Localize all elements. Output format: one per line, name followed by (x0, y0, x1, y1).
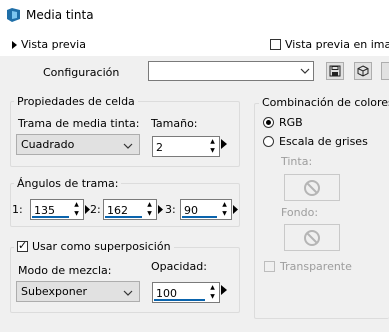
transparent-checkbox-box[interactable] (264, 261, 275, 272)
angle-3-label: 3: (165, 203, 176, 216)
no-color-icon (304, 179, 320, 196)
color-combination-title: Combinación de colores (259, 96, 389, 109)
spin-up-icon[interactable]: ▲ (71, 201, 82, 210)
angle-2-stepper[interactable]: 162 ▲ ▼ (103, 199, 157, 220)
spin-up-icon[interactable]: ▲ (219, 201, 230, 210)
angle-3-slider-arrow[interactable] (233, 204, 238, 214)
pattern-value: Cuadrado (21, 138, 75, 151)
angle-1-label: 1: (12, 203, 23, 216)
reset-preset-button[interactable] (354, 62, 372, 80)
angle-3-spin-buttons[interactable]: ▲ ▼ (219, 201, 230, 218)
opacity-stepper[interactable]: 100 ▲ ▼ (152, 282, 220, 303)
preview-on-image-checkbox-box[interactable] (270, 39, 281, 50)
save-preset-button[interactable] (326, 62, 344, 80)
cube-icon (357, 65, 369, 77)
chevron-down-icon (299, 65, 311, 77)
angle-3-underline (182, 216, 217, 218)
save-icon (329, 65, 341, 77)
pattern-label: Trama de media tinta: (18, 117, 140, 130)
window-title: Media tinta (26, 8, 94, 22)
angle-2-underline (105, 216, 142, 218)
angle-1-stepper[interactable]: 135 ▲ ▼ (30, 199, 84, 220)
use-as-overlay-checkbox-box[interactable] (17, 239, 28, 252)
rgb-label: RGB (279, 116, 303, 129)
rgb-radio[interactable]: RGB (263, 116, 303, 129)
size-slider-arrow[interactable] (221, 139, 227, 149)
background-label: Fondo: (281, 206, 319, 219)
spin-up-icon[interactable]: ▲ (207, 138, 218, 147)
size-value: 2 (156, 141, 163, 154)
no-color-icon (304, 229, 320, 246)
config-label: Configuración (43, 66, 120, 79)
preview-toggle-label: Vista previa (21, 38, 86, 51)
opacity-spin-buttons[interactable]: ▲ ▼ (207, 284, 218, 301)
use-as-overlay-label: Usar como superposición (32, 240, 171, 253)
angle-2-slider-arrow[interactable] (158, 204, 163, 214)
spin-down-icon[interactable]: ▼ (144, 210, 155, 219)
angle-1-underline (32, 216, 69, 218)
angle-1-spin-buttons[interactable]: ▲ ▼ (71, 201, 82, 218)
spin-down-icon[interactable]: ▼ (71, 210, 82, 219)
grayscale-radio[interactable]: Escala de grises (263, 135, 368, 148)
opacity-label: Opacidad: (151, 260, 207, 273)
size-label: Tamaño: (151, 117, 198, 130)
expand-triangle-icon (12, 40, 17, 49)
size-spin-buttons[interactable]: ▲ ▼ (207, 138, 218, 155)
use-as-overlay-checkbox[interactable]: Usar como superposición (14, 239, 174, 253)
blend-mode-label: Modo de mezcla: (18, 264, 112, 277)
chevron-down-icon (123, 287, 133, 300)
angle-2-spin-buttons[interactable]: ▲ ▼ (144, 201, 155, 218)
pattern-dropdown[interactable]: Cuadrado (16, 134, 140, 155)
screen-angles-title: Ángulos de trama: (14, 177, 122, 190)
size-stepper[interactable]: 2 ▲ ▼ (152, 136, 220, 157)
opacity-slider-arrow[interactable] (221, 285, 227, 295)
angle-3-stepper[interactable]: 90 ▲ ▼ (180, 199, 232, 220)
overlay-group (10, 247, 240, 313)
rgb-radio-dot[interactable] (263, 117, 274, 128)
preview-on-image-checkbox[interactable]: Vista previa en imag (270, 38, 389, 51)
more-button[interactable] (381, 62, 389, 80)
cell-properties-title: Propiedades de celda (14, 95, 138, 108)
grayscale-label: Escala de grises (279, 135, 368, 148)
blend-mode-value: Subexponer (21, 285, 87, 298)
transparent-checkbox[interactable]: Transparente (264, 260, 352, 273)
preview-toggle[interactable]: Vista previa (12, 38, 86, 51)
ink-label: Tinta: (281, 155, 313, 168)
spin-up-icon[interactable]: ▲ (207, 284, 218, 293)
angle-2-label: 2: (90, 203, 101, 216)
spin-down-icon[interactable]: ▼ (207, 293, 218, 302)
spin-down-icon[interactable]: ▼ (207, 147, 218, 156)
preview-on-image-label: Vista previa en imag (285, 38, 389, 51)
ink-color-swatch[interactable] (284, 174, 340, 201)
spin-up-icon[interactable]: ▲ (144, 201, 155, 210)
halftone-app-icon (6, 8, 21, 22)
background-color-swatch[interactable] (284, 224, 340, 251)
opacity-underline (154, 299, 205, 301)
chevron-down-icon (123, 140, 133, 153)
config-select[interactable] (148, 61, 314, 81)
transparent-label: Transparente (280, 260, 352, 273)
blend-mode-dropdown[interactable]: Subexponer (16, 281, 140, 302)
spin-down-icon[interactable]: ▼ (219, 210, 230, 219)
grayscale-radio-dot[interactable] (263, 136, 274, 147)
